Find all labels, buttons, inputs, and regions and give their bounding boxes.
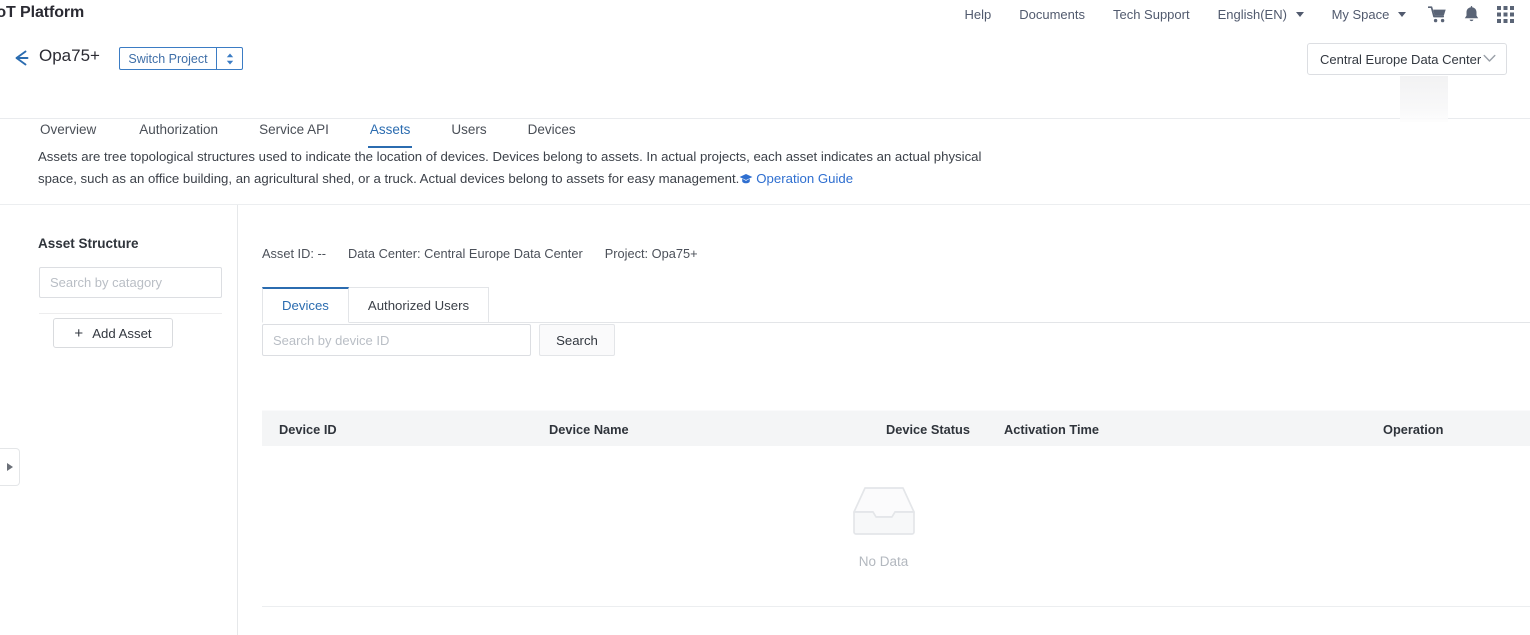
tab-service-api[interactable]: Service API (257, 122, 331, 148)
graduation-cap-icon (739, 173, 753, 188)
device-search-row: Search (262, 324, 615, 356)
top-nav-tech-support-label: Tech Support (1113, 7, 1190, 22)
device-search-button[interactable]: Search (539, 324, 615, 356)
chevron-right-icon (7, 463, 13, 471)
data-center-meta: Data Center: Central Europe Data Center (348, 246, 583, 261)
tab-authorization-label: Authorization (137, 122, 220, 137)
add-asset-button[interactable]: + Add Asset (53, 318, 173, 348)
tab-users-label: Users (449, 122, 488, 137)
column-header-device-name: Device Name (549, 411, 629, 447)
app-grid-icon[interactable] (1488, 0, 1522, 29)
column-header-activation-time: Activation Time (1004, 411, 1099, 447)
column-header-device-id: Device ID (279, 411, 337, 447)
project-meta: Project: Opa75+ (605, 246, 698, 261)
empty-box-icon (851, 525, 917, 542)
card-tab-devices[interactable]: Devices (262, 287, 349, 323)
tab-devices[interactable]: Devices (526, 122, 578, 148)
top-nav-tech-support[interactable]: Tech Support (1099, 7, 1204, 22)
tab-service-api-label: Service API (257, 122, 331, 137)
tab-authorization[interactable]: Authorization (137, 122, 220, 148)
back-arrow-icon[interactable] (10, 47, 32, 69)
asset-detail-panel: Asset ID: -- Data Center: Central Europe… (239, 205, 1530, 635)
switch-project-label: Switch Project (120, 52, 216, 66)
assets-description: Assets are tree topological structures u… (38, 146, 988, 192)
device-search-input[interactable] (262, 324, 531, 356)
device-table-empty-state: No Data (262, 446, 1530, 606)
top-nav-language-label: English(EN) (1218, 7, 1287, 22)
card-tab-devices-label: Devices (282, 298, 329, 313)
top-nav-documents-label: Documents (1019, 7, 1085, 22)
top-nav-my-space[interactable]: My Space (1318, 7, 1420, 22)
card-tab-authorized-users-label: Authorized Users (368, 298, 469, 313)
asset-meta-row: Asset ID: -- Data Center: Central Europe… (262, 246, 720, 261)
project-header: Opa75+ Switch Project Central Europe Dat… (0, 29, 1530, 119)
updown-chevron-icon (216, 48, 242, 69)
data-center-dropdown-shadow (1400, 76, 1448, 122)
tab-overview[interactable]: Overview (38, 122, 98, 148)
bell-icon[interactable] (1454, 0, 1488, 29)
app-brand-logo: IoT Platform (0, 4, 84, 22)
card-tab-authorized-users[interactable]: Authorized Users (348, 287, 489, 323)
sidebar-collapse-handle[interactable] (0, 448, 20, 486)
tab-overview-label: Overview (38, 122, 98, 137)
operation-guide-label: Operation Guide (756, 171, 853, 186)
data-center-select-value: Central Europe Data Center (1320, 52, 1483, 67)
project-tab-bar: Overview Authorization Service API Asset… (0, 107, 578, 148)
switch-project-button[interactable]: Switch Project (119, 47, 243, 70)
chevron-down-icon (1398, 12, 1406, 17)
tab-users[interactable]: Users (449, 122, 488, 148)
assets-body: Asset Structure + Add Asset Asset ID: --… (0, 204, 1530, 634)
operation-guide-link[interactable]: Operation Guide (739, 171, 853, 186)
column-header-operation: Operation (1383, 411, 1443, 447)
column-header-device-status: Device Status (886, 411, 970, 447)
tab-devices-label: Devices (526, 122, 578, 137)
tab-assets[interactable]: Assets (368, 122, 413, 148)
empty-state-label: No Data (851, 554, 917, 569)
top-nav-documents[interactable]: Documents (1005, 7, 1099, 22)
asset-structure-title: Asset Structure (38, 236, 139, 251)
chevron-down-icon (1483, 50, 1496, 68)
asset-card-tabs: Devices Authorized Users (262, 287, 488, 323)
top-nav-help[interactable]: Help (950, 7, 1005, 22)
data-center-select[interactable]: Central Europe Data Center (1307, 43, 1507, 75)
chevron-down-icon (1296, 12, 1304, 17)
asset-category-search-input[interactable] (39, 267, 222, 298)
global-top-nav: Help Documents Tech Support English(EN) … (950, 0, 1522, 29)
asset-id-meta: Asset ID: -- (262, 246, 326, 261)
sidebar-divider (39, 313, 222, 314)
device-table-header: Device ID Device Name Device Status Acti… (262, 410, 1530, 446)
top-nav-help-label: Help (964, 7, 991, 22)
asset-structure-sidebar: Asset Structure + Add Asset (0, 205, 238, 635)
global-top-bar: IoT Platform Help Documents Tech Support… (0, 0, 1530, 29)
add-asset-label: Add Asset (92, 326, 151, 341)
cart-icon[interactable] (1420, 0, 1454, 29)
page-title: Opa75+ (39, 46, 100, 66)
plus-icon: + (74, 326, 83, 341)
top-nav-my-space-label: My Space (1332, 7, 1390, 22)
table-bottom-divider (262, 606, 1530, 607)
tab-assets-label: Assets (368, 122, 413, 137)
top-nav-language[interactable]: English(EN) (1204, 7, 1318, 22)
